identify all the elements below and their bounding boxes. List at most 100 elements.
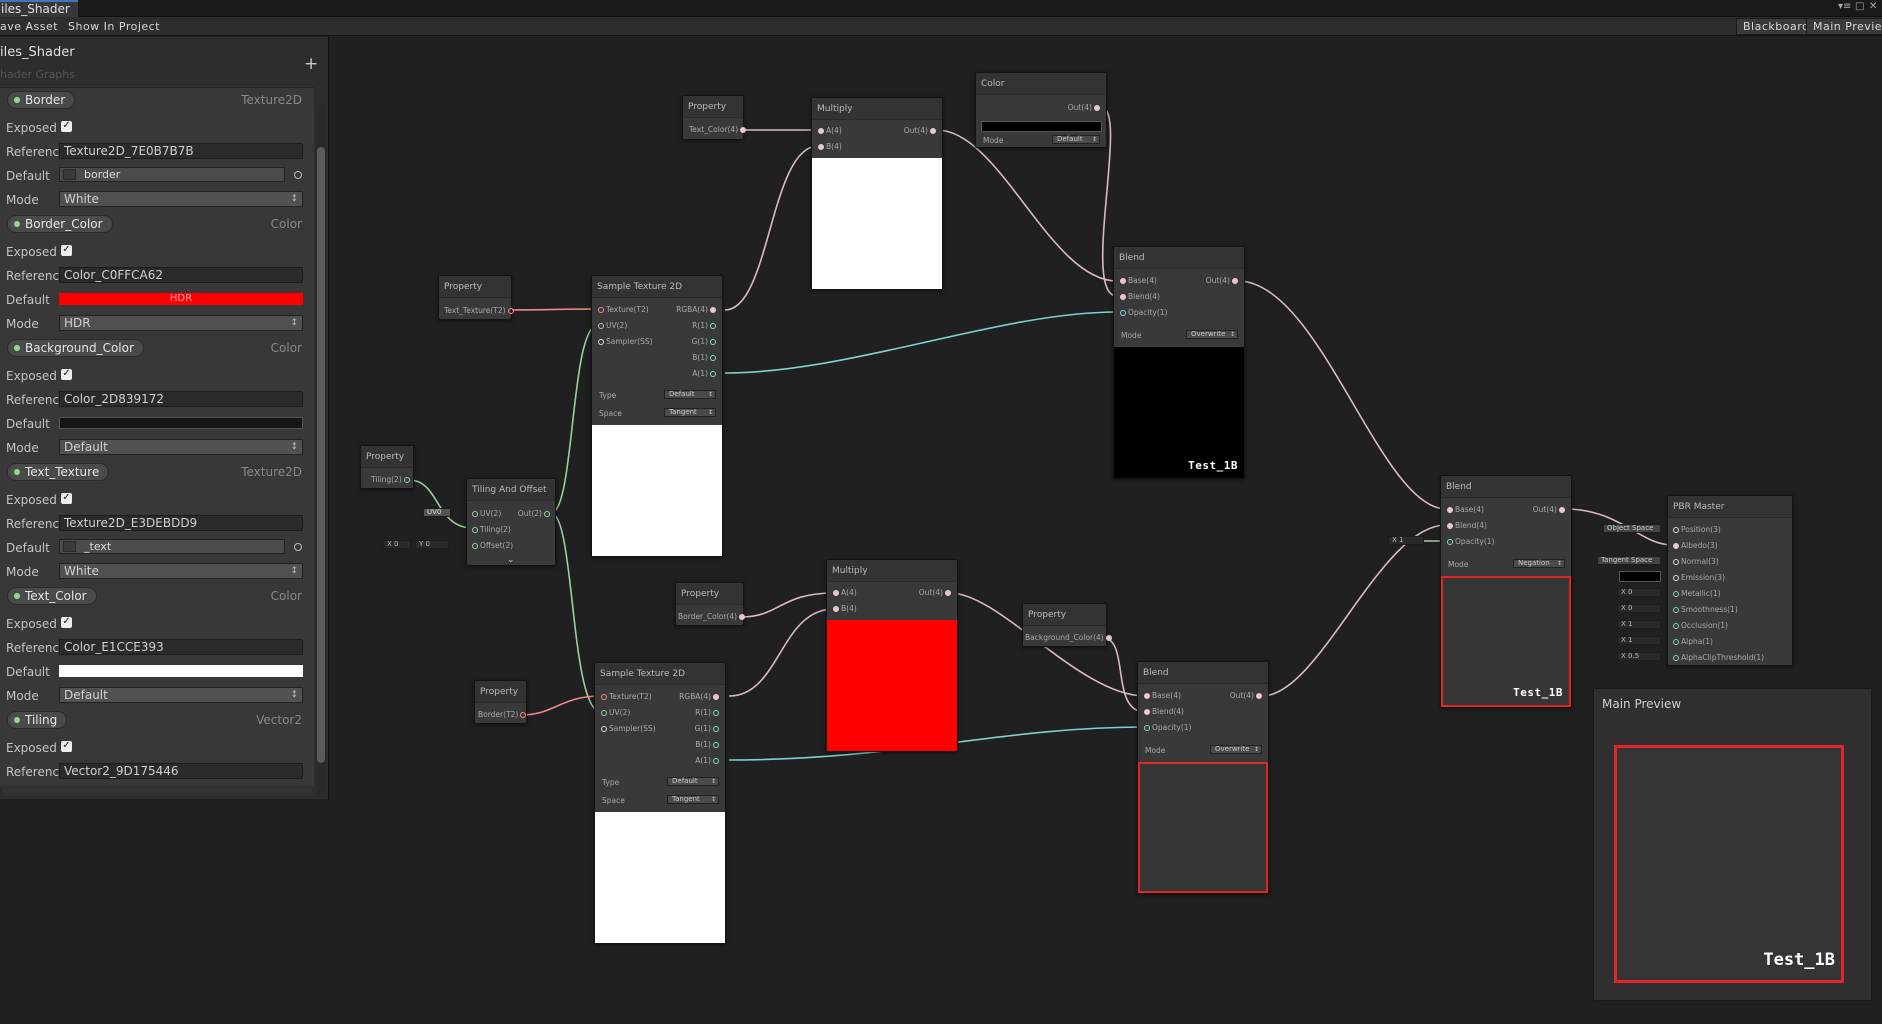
port-out[interactable]: Out(4) bbox=[904, 126, 938, 136]
mode-select[interactable]: HDR bbox=[59, 315, 303, 331]
default-texture-field[interactable]: _text bbox=[59, 539, 285, 554]
port-in-uv[interactable]: UV(2) bbox=[470, 509, 501, 519]
normal-space-field[interactable]: Tangent Space bbox=[1597, 556, 1661, 565]
color-swatch[interactable] bbox=[981, 121, 1102, 132]
node-property-text-texture[interactable]: Property Text_Texture(T2) bbox=[438, 275, 514, 320]
port-in-blend[interactable]: Blend(4) bbox=[1118, 292, 1160, 302]
mode-dropdown[interactable]: Negation bbox=[1513, 559, 1565, 568]
port-in-occlusion[interactable]: Occlusion(1) bbox=[1671, 621, 1728, 631]
port-in-texture[interactable]: Texture(T2) bbox=[599, 692, 652, 702]
port-out[interactable]: Out(4) bbox=[1230, 691, 1264, 701]
port-in-sampler[interactable]: Sampler(SS) bbox=[596, 337, 653, 347]
maximize-icon[interactable]: □ bbox=[1855, 1, 1864, 12]
port-out[interactable]: Out(2) bbox=[518, 509, 552, 519]
main-preview-toggle-button[interactable]: Main Preview bbox=[1806, 18, 1882, 35]
exposed-checkbox[interactable]: ✓ bbox=[61, 493, 72, 504]
blackboard-scrollbar[interactable] bbox=[316, 105, 326, 795]
type-dropdown[interactable]: Default bbox=[664, 390, 716, 399]
reference-field[interactable]: Texture2D_7E0B7B7B bbox=[59, 143, 303, 159]
port-in-normal[interactable]: Normal(3) bbox=[1671, 557, 1719, 567]
space-dropdown[interactable]: Tangent bbox=[664, 408, 716, 417]
node-tiling-and-offset[interactable]: Tiling And Offset UV(2) Tiling(2) Offset… bbox=[466, 478, 556, 566]
port-in-opacity[interactable]: Opacity(1) bbox=[1118, 308, 1167, 318]
port-out[interactable]: Text_Color(4) bbox=[689, 125, 748, 135]
property-pill-text-texture[interactable]: Text_Texture bbox=[7, 463, 110, 481]
property-pill-tiling[interactable]: Tiling bbox=[7, 711, 68, 729]
type-dropdown[interactable]: Default bbox=[667, 777, 719, 786]
main-preview-panel[interactable]: Main Preview Test_1B bbox=[1593, 688, 1872, 1001]
reference-field[interactable]: Texture2D_E3DEBDD9 bbox=[59, 515, 303, 531]
reference-field[interactable]: Vector2_9D175446 bbox=[59, 763, 303, 779]
port-in-blend[interactable]: Blend(4) bbox=[1445, 521, 1487, 531]
port-in-uv[interactable]: UV(2) bbox=[596, 321, 627, 331]
default-color-swatch[interactable] bbox=[59, 665, 303, 677]
port-out[interactable]: Tiling(2) bbox=[371, 475, 412, 485]
reference-field[interactable]: Color_C0FFCA62 bbox=[59, 267, 303, 283]
exposed-checkbox[interactable]: ✓ bbox=[61, 121, 72, 132]
port-out[interactable]: Border(T2) bbox=[478, 710, 528, 720]
port-out[interactable]: Text_Texture(T2) bbox=[444, 306, 516, 316]
object-picker-icon[interactable] bbox=[294, 543, 302, 551]
port-out-rgba[interactable]: RGBA(4) bbox=[679, 692, 721, 702]
port-in-alpha-clip[interactable]: AlphaClipThreshold(1) bbox=[1671, 653, 1764, 663]
port-in-base[interactable]: Base(4) bbox=[1118, 276, 1157, 286]
port-out[interactable]: Out(4) bbox=[1068, 103, 1102, 113]
port-in-position[interactable]: Position(3) bbox=[1671, 525, 1721, 535]
alpha-clip-field[interactable]: X 0.5 bbox=[1617, 652, 1661, 661]
default-color-swatch[interactable]: HDR bbox=[59, 293, 303, 305]
node-blend[interactable]: Blend Base(4) Blend(4) Opacity(1) Out(4)… bbox=[1137, 661, 1269, 894]
blackboard-toggle-button[interactable]: Blackboard bbox=[1736, 18, 1817, 35]
menu-icon[interactable]: ▾≡ bbox=[1838, 1, 1851, 12]
node-property-background-color[interactable]: Property Background_Color(4) bbox=[1022, 603, 1112, 647]
node-property-border-color[interactable]: Property Border_Color(4) bbox=[675, 582, 747, 626]
offset-y-field[interactable]: Y 0 bbox=[415, 540, 449, 549]
port-in-opacity[interactable]: Opacity(1) bbox=[1142, 723, 1191, 733]
port-out-a[interactable]: A(1) bbox=[695, 756, 721, 766]
add-property-button[interactable]: + bbox=[304, 54, 318, 74]
node-pbr-master[interactable]: PBR Master Position(3) Albedo(3) Normal(… bbox=[1667, 495, 1793, 666]
port-in-texture[interactable]: Texture(T2) bbox=[596, 305, 649, 315]
property-pill-border[interactable]: Border bbox=[7, 91, 76, 109]
emission-color-field[interactable] bbox=[1619, 571, 1661, 582]
port-out-rgba[interactable]: RGBA(4) bbox=[676, 305, 718, 315]
opacity-inline-field[interactable]: X 1 bbox=[1388, 536, 1424, 545]
port-out[interactable]: Border_Color(4) bbox=[678, 612, 747, 622]
scrollbar-thumb[interactable] bbox=[317, 147, 325, 763]
mode-dropdown[interactable]: Default bbox=[1052, 135, 1100, 144]
port-out-b[interactable]: B(1) bbox=[692, 353, 718, 363]
mode-dropdown[interactable]: Overwrite bbox=[1210, 745, 1262, 754]
save-asset-button[interactable]: ave Asset bbox=[0, 18, 58, 35]
exposed-checkbox[interactable]: ✓ bbox=[61, 741, 72, 752]
close-icon[interactable]: ✕ bbox=[1869, 1, 1877, 12]
mode-select[interactable]: Default bbox=[59, 687, 303, 703]
node-color[interactable]: Color Out(4) Mode Default bbox=[975, 72, 1107, 148]
space-dropdown[interactable]: Tangent bbox=[667, 795, 719, 804]
exposed-checkbox[interactable]: ✓ bbox=[61, 245, 72, 256]
port-out-r[interactable]: R(1) bbox=[695, 708, 721, 718]
port-in-smoothness[interactable]: Smoothness(1) bbox=[1671, 605, 1738, 615]
port-in-opacity[interactable]: Opacity(1) bbox=[1445, 537, 1494, 547]
port-in-b[interactable]: B(4) bbox=[831, 604, 857, 614]
node-multiply[interactable]: Multiply A(4) B(4) Out(4) bbox=[826, 559, 958, 752]
mode-dropdown[interactable]: Overwrite bbox=[1186, 330, 1238, 339]
node-sample-texture-2d[interactable]: Sample Texture 2D Texture(T2) UV(2) Samp… bbox=[594, 662, 726, 944]
object-picker-icon[interactable] bbox=[294, 171, 302, 179]
port-in-a[interactable]: A(4) bbox=[816, 126, 842, 136]
port-in-base[interactable]: Base(4) bbox=[1142, 691, 1181, 701]
port-in-metallic[interactable]: Metallic(1) bbox=[1671, 589, 1721, 599]
port-in-uv[interactable]: UV(2) bbox=[599, 708, 630, 718]
port-in-blend[interactable]: Blend(4) bbox=[1142, 707, 1184, 717]
port-out[interactable]: Out(4) bbox=[919, 588, 953, 598]
property-pill-background-color[interactable]: Background_Color bbox=[7, 339, 144, 357]
node-blend[interactable]: Blend Base(4) Blend(4) Opacity(1) Out(4)… bbox=[1113, 246, 1245, 479]
node-property-text-color[interactable]: Property Text_Color(4) bbox=[682, 95, 747, 140]
node-sample-texture-2d[interactable]: Sample Texture 2D Texture(T2) UV(2) Samp… bbox=[591, 275, 723, 557]
port-in-sampler[interactable]: Sampler(SS) bbox=[599, 724, 656, 734]
port-out-g[interactable]: G(1) bbox=[695, 724, 721, 734]
port-out[interactable]: Background_Color(4) bbox=[1025, 633, 1114, 643]
port-in-offset[interactable]: Offset(2) bbox=[470, 541, 513, 551]
reference-field[interactable]: Color_E1CCE393 bbox=[59, 639, 303, 655]
port-in-a[interactable]: A(4) bbox=[831, 588, 857, 598]
alpha-field[interactable]: X 1 bbox=[1617, 636, 1661, 645]
port-in-alpha[interactable]: Alpha(1) bbox=[1671, 637, 1713, 647]
